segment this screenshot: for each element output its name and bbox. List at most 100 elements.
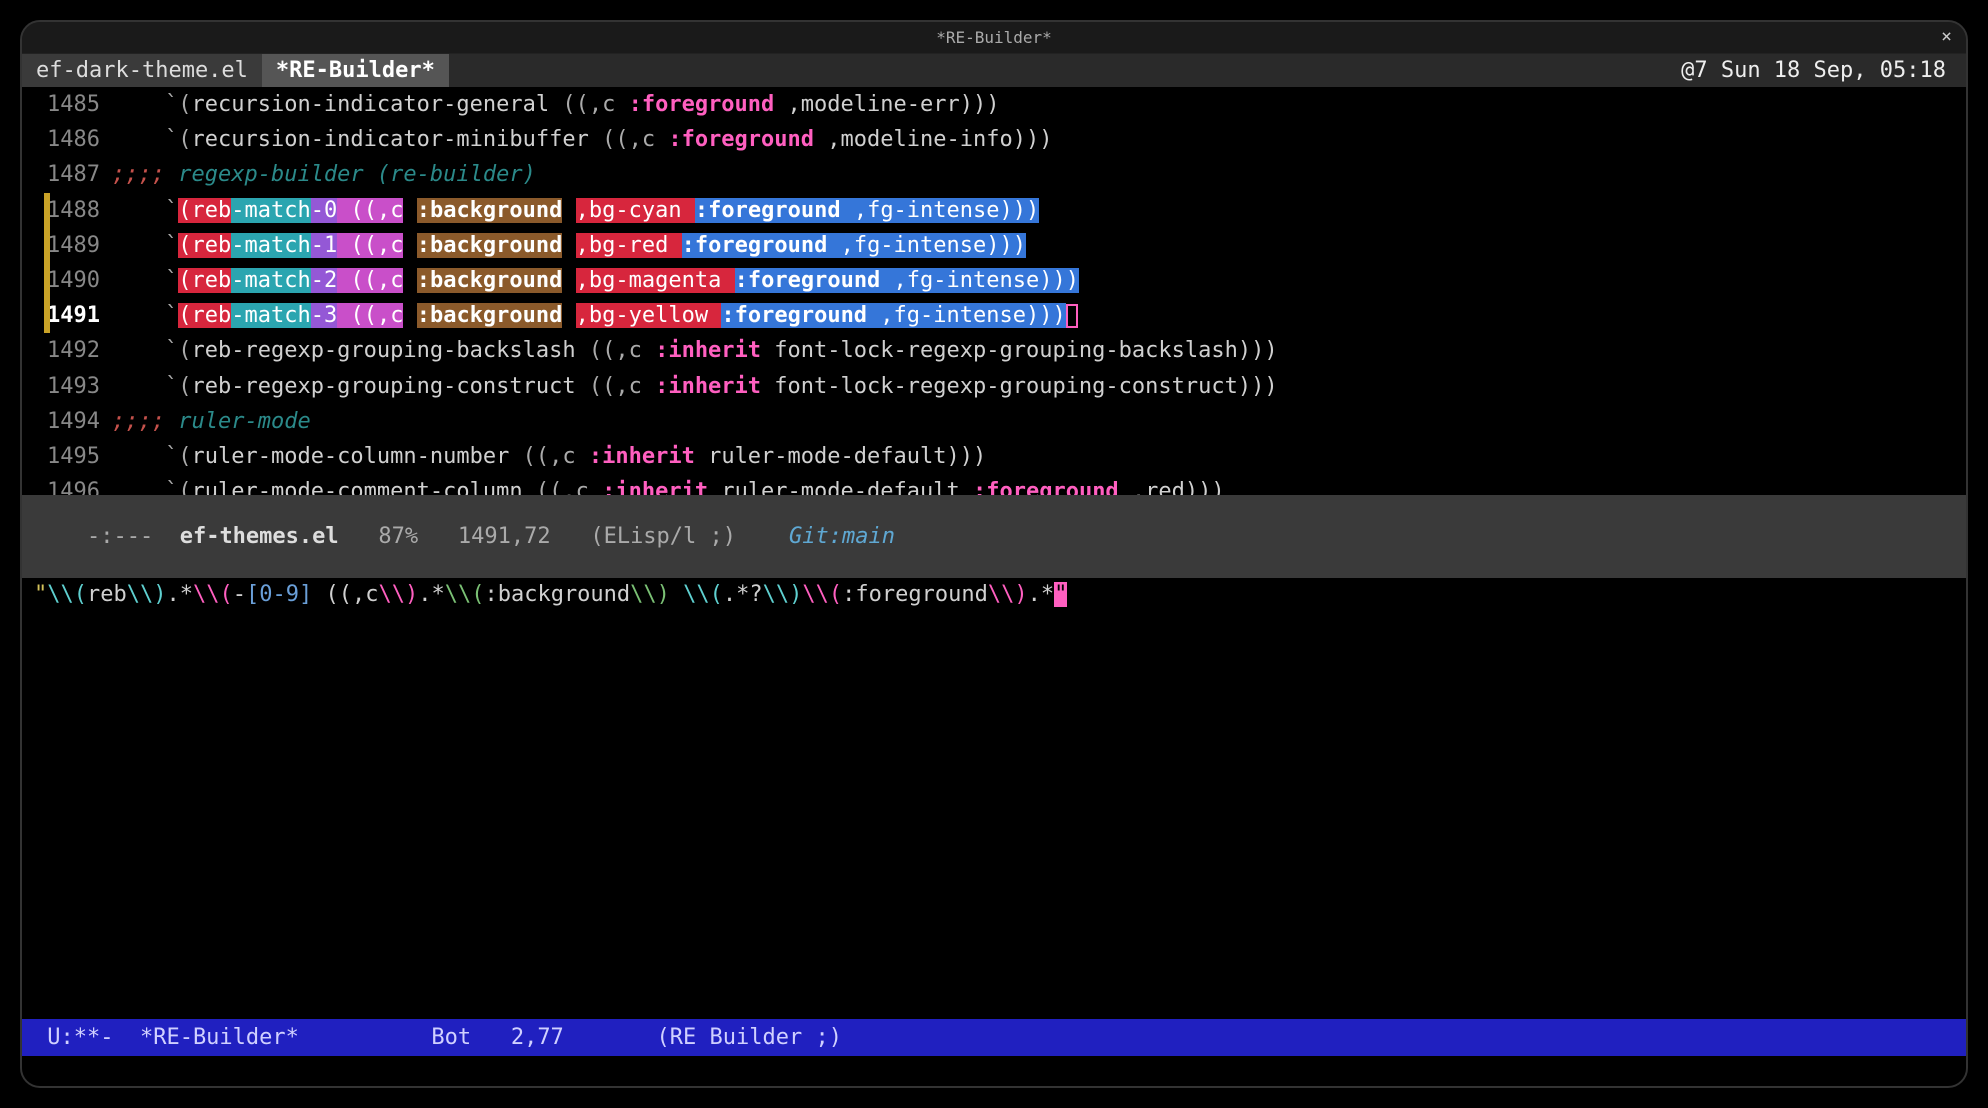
regex-token: [0-9]	[246, 582, 312, 607]
tab-ef-dark-theme[interactable]: ef-dark-theme.el	[22, 54, 262, 87]
regex-token: \\)	[988, 582, 1028, 607]
code-token: (	[178, 303, 191, 328]
tab-re-builder[interactable]: *RE-Builder*	[262, 54, 449, 87]
code-token: ruler-mode-column-number	[191, 444, 509, 469]
code-token: reb	[191, 233, 231, 258]
line-content: `(recursion-indicator-minibuffer ((,c :f…	[112, 122, 1052, 157]
code-token: ((,c	[576, 374, 655, 399]
code-token: ((,c	[576, 338, 655, 363]
regex-token: \\)	[763, 582, 803, 607]
code-line[interactable]: 1485 `(recursion-indicator-general ((,c …	[22, 87, 1966, 122]
line-content: `(reb-match-0 ((,c :background ,bg-cyan …	[112, 193, 1039, 228]
code-token: ruler-mode-comment-column	[191, 479, 522, 495]
code-token: ((,c	[589, 127, 668, 152]
cursor	[1066, 304, 1078, 328]
window-title: *RE-Builder*	[936, 28, 1052, 47]
line-content: `(ruler-mode-comment-column ((,c :inheri…	[112, 474, 1225, 495]
code-line[interactable]: 1490 `(reb-match-2 ((,c :background ,bg-…	[22, 263, 1966, 298]
code-token: ((,c	[337, 233, 403, 258]
code-line[interactable]: 1492 `(reb-regexp-grouping-backslash ((,…	[22, 333, 1966, 368]
code-token: (	[178, 233, 191, 258]
regex-token: .*?	[723, 582, 763, 607]
line-content: `(reb-regexp-grouping-backslash ((,c :in…	[112, 333, 1278, 368]
regex-token: .*	[418, 582, 445, 607]
line-number: 1496	[22, 474, 112, 495]
change-indicator	[44, 193, 50, 228]
code-line[interactable]: 1488 `(reb-match-0 ((,c :background ,bg-…	[22, 193, 1966, 228]
code-token: ,fg-intense)))	[841, 198, 1040, 223]
close-icon[interactable]: ×	[1941, 26, 1952, 47]
change-indicator	[44, 228, 50, 263]
code-token: :background	[417, 233, 563, 258]
modeline-git: Git:main	[789, 524, 895, 549]
regex-token: .*	[167, 582, 194, 607]
code-token: :inherit	[589, 444, 695, 469]
code-line[interactable]: 1496 `(ruler-mode-comment-column ((,c :i…	[22, 474, 1966, 495]
code-line[interactable]: 1486 `(recursion-indicator-minibuffer ((…	[22, 122, 1966, 157]
regex-token: "	[34, 582, 47, 607]
code-token: `(	[112, 338, 191, 363]
modeline-filename: ef-themes.el	[180, 524, 339, 549]
line-content: ;;;; regexp-builder (re-builder)	[112, 157, 536, 192]
code-token: :inherit	[655, 374, 761, 399]
code-line[interactable]: 1494;;;; ruler-mode	[22, 404, 1966, 439]
regex-token: reb	[87, 582, 127, 607]
code-token	[562, 198, 575, 223]
code-token: (	[178, 268, 191, 293]
regex-token: :background	[484, 582, 630, 607]
line-number: 1488	[22, 193, 112, 228]
code-token: -match	[231, 233, 310, 258]
editor-main[interactable]: 1485 `(recursion-indicator-general ((,c …	[22, 87, 1966, 495]
regex-token: \\(	[445, 582, 485, 607]
code-token: :foreground	[668, 127, 814, 152]
code-token	[403, 303, 416, 328]
line-number: 1489	[22, 228, 112, 263]
modeline-main: -:--- ef-themes.el 87% 1491,72 (ELisp/l …	[22, 495, 1966, 578]
line-number: 1486	[22, 122, 112, 157]
code-token: reb-regexp-grouping-construct	[191, 374, 575, 399]
clock: @7 Sun 18 Sep, 05:18	[1681, 58, 1966, 83]
code-token: -match	[231, 303, 310, 328]
code-line[interactable]: 1495 `(ruler-mode-column-number ((,c :in…	[22, 439, 1966, 474]
code-token: :foreground	[721, 303, 867, 328]
regex-token: \\)	[127, 582, 167, 607]
line-content: ;;;; ruler-mode	[112, 404, 311, 439]
code-token: ruler-mode-default	[708, 479, 973, 495]
modeline-mode: (ELisp/l ;)	[590, 524, 789, 549]
code-line[interactable]: 1493 `(reb-regexp-grouping-construct ((,…	[22, 369, 1966, 404]
code-token: `	[112, 233, 178, 258]
line-content: `(ruler-mode-column-number ((,c :inherit…	[112, 439, 986, 474]
code-line[interactable]: 1487;;;; regexp-builder (re-builder)	[22, 157, 1966, 192]
code-token: reb	[191, 198, 231, 223]
code-token: `(	[112, 92, 191, 117]
code-token: ruler-mode	[178, 409, 310, 434]
code-token: ,red)))	[1119, 479, 1225, 495]
regex-token: .*	[1028, 582, 1055, 607]
code-token	[403, 268, 416, 293]
code-token: font-lock-regexp-grouping-backslash)))	[761, 338, 1278, 363]
code-line[interactable]: 1489 `(reb-match-1 ((,c :background ,bg-…	[22, 228, 1966, 263]
modeline-position: 1491,72	[458, 524, 590, 549]
code-token: :background	[417, 268, 563, 293]
emacs-window: *RE-Builder* × ef-dark-theme.el *RE-Buil…	[20, 20, 1968, 1088]
code-token: recursion-indicator-general	[191, 92, 549, 117]
line-content: `(recursion-indicator-general ((,c :fore…	[112, 87, 999, 122]
tab-bar: ef-dark-theme.el *RE-Builder* @7 Sun 18 …	[22, 54, 1966, 87]
regex-token: \\(	[802, 582, 842, 607]
code-token: ((,c	[509, 444, 588, 469]
code-token	[562, 233, 575, 258]
modeline-percent: 87%	[339, 524, 458, 549]
code-token: reb	[191, 268, 231, 293]
code-token: ,bg-magenta	[576, 268, 735, 293]
code-token: ,bg-red	[576, 233, 682, 258]
line-number: 1493	[22, 369, 112, 404]
code-token: ((,c	[523, 479, 602, 495]
regex-token: \\(	[47, 582, 87, 607]
re-builder-input[interactable]: "\\(reb\\).*\\(-[0-9] ((,c\\).*\\(:backg…	[22, 578, 1966, 611]
code-token: -2	[311, 268, 338, 293]
regex-token: ((,c	[312, 582, 378, 607]
minibuffer[interactable]	[22, 1056, 1966, 1086]
code-line[interactable]: 1491 `(reb-match-3 ((,c :background ,bg-…	[22, 298, 1966, 333]
line-number: 1494	[22, 404, 112, 439]
code-token: ((,c	[549, 92, 628, 117]
